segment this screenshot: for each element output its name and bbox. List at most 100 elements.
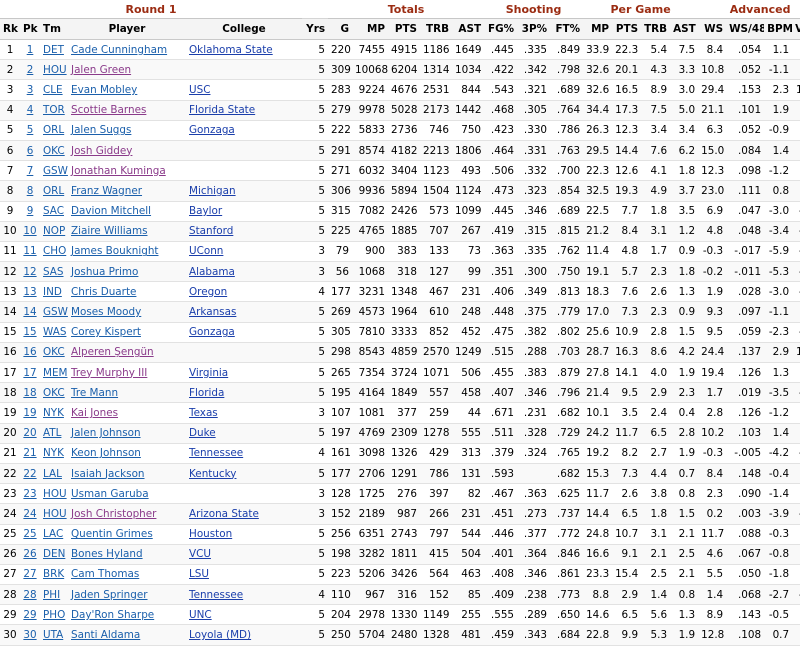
college-link[interactable]: Michigan: [189, 185, 236, 197]
player-link[interactable]: Trey Murphy III: [71, 367, 147, 379]
team-link[interactable]: NOP: [43, 225, 65, 237]
player-link[interactable]: Jalen Johnson: [71, 427, 141, 439]
college-link[interactable]: Florida: [189, 387, 224, 399]
player-link[interactable]: Jaden Springer: [71, 589, 148, 601]
player-link[interactable]: Quentin Grimes: [71, 528, 153, 540]
college-link[interactable]: Florida State: [189, 104, 255, 116]
pick-link[interactable]: 18: [23, 387, 36, 399]
college-link[interactable]: VCU: [189, 548, 211, 560]
player-link[interactable]: Day'Ron Sharpe: [71, 609, 154, 621]
college-link[interactable]: Alabama: [189, 266, 235, 278]
team-link[interactable]: IND: [43, 286, 62, 298]
player-link[interactable]: Ziaire Williams: [71, 225, 148, 237]
player-link[interactable]: Scottie Barnes: [71, 104, 146, 116]
player-link[interactable]: Chris Duarte: [71, 286, 136, 298]
player-link[interactable]: Jalen Green: [71, 64, 131, 76]
pick-link[interactable]: 30: [23, 629, 36, 641]
team-link[interactable]: SAC: [43, 205, 64, 217]
column-header[interactable]: WS: [698, 18, 727, 40]
college-link[interactable]: Arizona State: [189, 508, 259, 520]
pick-link[interactable]: 25: [23, 528, 36, 540]
column-header[interactable]: FT%: [550, 18, 584, 40]
team-link[interactable]: PHO: [43, 609, 65, 621]
team-link[interactable]: MEM: [43, 367, 68, 379]
team-link[interactable]: HOU: [43, 64, 67, 76]
pick-link[interactable]: 23: [23, 488, 36, 500]
player-link[interactable]: Josh Giddey: [71, 145, 132, 157]
college-link[interactable]: Oregon: [189, 286, 227, 298]
college-link[interactable]: Stanford: [189, 225, 233, 237]
team-link[interactable]: DET: [43, 44, 64, 56]
player-link[interactable]: Davion Mitchell: [71, 205, 151, 217]
player-link[interactable]: Isaiah Jackson: [71, 468, 145, 480]
column-header[interactable]: WS/48: [726, 18, 765, 40]
player-link[interactable]: Cam Thomas: [71, 568, 139, 580]
player-link[interactable]: Josh Christopher: [71, 508, 156, 520]
pick-link[interactable]: 19: [23, 407, 36, 419]
player-link[interactable]: Keon Johnson: [71, 447, 141, 459]
pick-link[interactable]: 29: [23, 609, 36, 621]
column-header[interactable]: PTS: [612, 18, 642, 40]
team-link[interactable]: NYK: [43, 447, 64, 459]
team-link[interactable]: TOR: [43, 104, 65, 116]
team-link[interactable]: ATL: [43, 427, 61, 439]
pick-link[interactable]: 8: [27, 185, 34, 197]
column-header[interactable]: Rk: [0, 18, 20, 40]
player-link[interactable]: Jalen Suggs: [71, 124, 131, 136]
player-link[interactable]: Jonathan Kuminga: [71, 165, 166, 177]
pick-link[interactable]: 2: [27, 64, 34, 76]
pick-link[interactable]: 28: [23, 589, 36, 601]
team-link[interactable]: NYK: [43, 407, 64, 419]
team-link[interactable]: CHO: [43, 245, 66, 257]
player-link[interactable]: Corey Kispert: [71, 326, 141, 338]
player-link[interactable]: Kai Jones: [71, 407, 118, 419]
pick-link[interactable]: 24: [23, 508, 36, 520]
team-link[interactable]: HOU: [43, 488, 67, 500]
team-link[interactable]: PHI: [43, 589, 60, 601]
player-link[interactable]: Tre Mann: [71, 387, 118, 399]
player-link[interactable]: Moses Moody: [71, 306, 141, 318]
player-link[interactable]: Cade Cunningham: [71, 44, 167, 56]
pick-link[interactable]: 1: [27, 44, 34, 56]
column-header[interactable]: AST: [670, 18, 699, 40]
pick-link[interactable]: 14: [23, 306, 36, 318]
column-header[interactable]: TRB: [641, 18, 671, 40]
college-link[interactable]: Gonzaga: [189, 326, 235, 338]
college-link[interactable]: Tennessee: [189, 589, 243, 601]
college-link[interactable]: UConn: [189, 245, 223, 257]
player-link[interactable]: Joshua Primo: [71, 266, 138, 278]
team-link[interactable]: WAS: [43, 326, 66, 338]
column-header[interactable]: MP: [352, 18, 389, 40]
pick-link[interactable]: 27: [23, 568, 36, 580]
team-link[interactable]: DEN: [43, 548, 65, 560]
college-link[interactable]: Virginia: [189, 367, 228, 379]
column-header[interactable]: Pk: [20, 18, 40, 40]
college-link[interactable]: USC: [189, 84, 210, 96]
pick-link[interactable]: 16: [23, 346, 36, 358]
pick-link[interactable]: 11: [23, 245, 36, 257]
college-link[interactable]: Arkansas: [189, 306, 236, 318]
column-header[interactable]: FG%: [484, 18, 518, 40]
college-link[interactable]: LSU: [189, 568, 209, 580]
column-header[interactable]: TRB: [420, 18, 453, 40]
team-link[interactable]: OKC: [43, 145, 65, 157]
pick-link[interactable]: 6: [27, 145, 34, 157]
college-link[interactable]: Houston: [189, 528, 232, 540]
pick-link[interactable]: 10: [23, 225, 36, 237]
column-header[interactable]: BPM: [764, 18, 793, 40]
team-link[interactable]: SAS: [43, 266, 64, 278]
team-link[interactable]: GSW: [43, 306, 68, 318]
college-link[interactable]: Oklahoma State: [189, 44, 273, 56]
column-header[interactable]: 3P%: [517, 18, 551, 40]
player-link[interactable]: Alperen Şengün: [71, 346, 154, 358]
team-link[interactable]: CLE: [43, 84, 63, 96]
college-link[interactable]: UNC: [189, 609, 212, 621]
column-header[interactable]: Yrs: [302, 18, 329, 40]
player-link[interactable]: Bones Hyland: [71, 548, 143, 560]
pick-link[interactable]: 5: [27, 124, 34, 136]
college-link[interactable]: Texas: [189, 407, 218, 419]
column-header[interactable]: Tm: [40, 18, 68, 40]
team-link[interactable]: OKC: [43, 346, 65, 358]
column-header[interactable]: VORP: [792, 18, 800, 40]
team-link[interactable]: LAL: [43, 468, 62, 480]
